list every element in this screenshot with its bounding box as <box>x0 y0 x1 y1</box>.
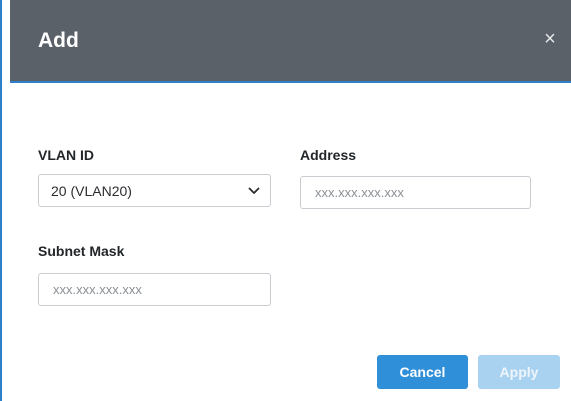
subnet-mask-label: Subnet Mask <box>38 243 125 259</box>
close-icon[interactable]: × <box>541 29 559 49</box>
cancel-button[interactable]: Cancel <box>377 355 468 389</box>
apply-button[interactable]: Apply <box>478 355 560 389</box>
subnet-mask-input[interactable] <box>38 273 271 306</box>
address-label: Address <box>300 147 357 163</box>
add-dialog: Add × VLAN ID 20 (VLAN20) Address Subnet… <box>0 0 571 401</box>
dialog-title: Add <box>38 29 79 52</box>
vlan-id-selected-value: 20 (VLAN20) <box>51 183 132 199</box>
vlan-id-select[interactable]: 20 (VLAN20) <box>38 174 271 207</box>
dialog-header: Add × <box>10 0 571 83</box>
vlan-id-label: VLAN ID <box>38 147 94 163</box>
chevron-down-icon <box>248 187 260 194</box>
address-input[interactable] <box>300 176 531 209</box>
